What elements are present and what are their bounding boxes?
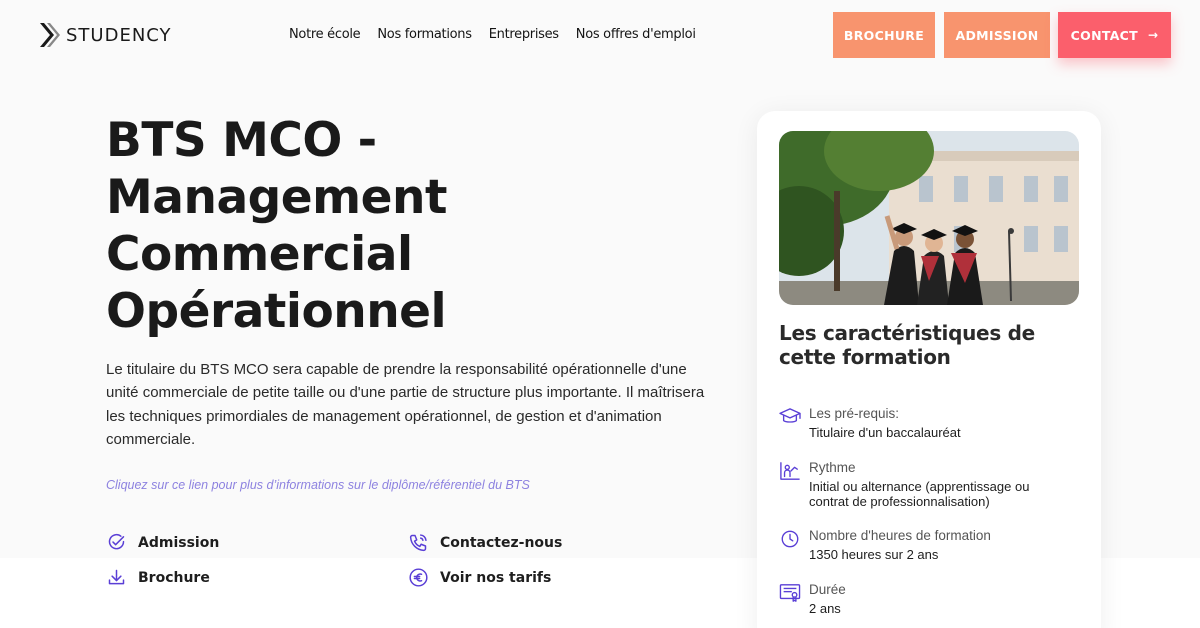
nav-entreprises[interactable]: Entreprises — [489, 27, 559, 42]
clock-icon — [781, 530, 799, 548]
title-line: Management — [106, 170, 447, 225]
check-badge-icon — [108, 533, 125, 550]
graduation-cap-icon — [779, 408, 801, 423]
nav-nos-formations[interactable]: Nos formations — [377, 27, 472, 42]
feature-value: 1350 heures sur 2 ans — [809, 547, 939, 562]
feature-value: Initial ou alternance (apprentissage ou … — [809, 479, 1030, 509]
admission-link[interactable]: Admission — [106, 532, 219, 553]
brochure-link-label: Brochure — [138, 569, 210, 586]
nav-offres-emploi[interactable]: Nos offres d'emploi — [576, 27, 696, 42]
contact-button[interactable]: CONTACT → — [1058, 12, 1171, 58]
feature-label: Rythme — [809, 460, 856, 475]
feature-value: Titulaire d'un baccalauréat — [809, 425, 961, 440]
diploma-info-link[interactable]: Cliquez sur ce lien pour plus d’informat… — [106, 478, 530, 492]
feature-label: Durée — [809, 582, 846, 597]
euro-icon — [409, 568, 428, 587]
nav-notre-ecole[interactable]: Notre école — [289, 27, 361, 42]
title-line: Opérationnel — [106, 284, 447, 339]
arrow-right-icon: → — [1147, 28, 1159, 42]
tarifs-link-label: Voir nos tarifs — [440, 569, 552, 586]
contact-button-label: CONTACT — [1070, 27, 1138, 43]
download-icon — [108, 569, 125, 585]
title-line: Commercial — [106, 227, 413, 282]
certificate-icon — [779, 584, 801, 602]
brochure-button-label: BROCHURE — [843, 27, 925, 43]
card-title: Les caractéristiques de cette formation — [779, 321, 1035, 369]
feature-label: Les pré-requis: — [809, 406, 900, 421]
admission-button-label: ADMISSION — [955, 27, 1039, 43]
graduates-photo — [779, 131, 1079, 305]
formation-description: Le titulaire du BTS MCO sera capable de … — [106, 361, 705, 448]
logo-mark-icon — [40, 23, 60, 47]
admission-link-label: Admission — [138, 534, 220, 551]
title-line: BTS MCO - — [106, 113, 377, 168]
admission-button[interactable]: ADMISSION — [944, 12, 1050, 58]
tarifs-link[interactable]: Voir nos tarifs — [408, 567, 551, 588]
formation-characteristics-card: Les caractéristiques de cette formation … — [757, 111, 1101, 628]
person-chart-icon — [780, 462, 800, 480]
contact-link-label: Contactez-nous — [440, 534, 563, 551]
phone-icon — [409, 534, 427, 552]
contact-link[interactable]: Contactez-nous — [408, 532, 562, 553]
feature-label: Nombre d'heures de formation — [809, 528, 991, 543]
site-header: STUDENCY Notre école Nos formations Entr… — [0, 0, 1200, 70]
logo-text: STUDENCY — [66, 24, 172, 46]
brochure-button[interactable]: BROCHURE — [833, 12, 935, 58]
brochure-link[interactable]: Brochure — [106, 567, 210, 588]
logo[interactable]: STUDENCY — [38, 21, 172, 49]
page-title: BTS MCO - Management Commercial Opératio… — [106, 112, 706, 340]
feature-value: 2 ans — [809, 601, 841, 616]
graduates-illustration — [779, 131, 1079, 305]
main-nav: Notre école Nos formations Entreprises N… — [289, 27, 696, 42]
